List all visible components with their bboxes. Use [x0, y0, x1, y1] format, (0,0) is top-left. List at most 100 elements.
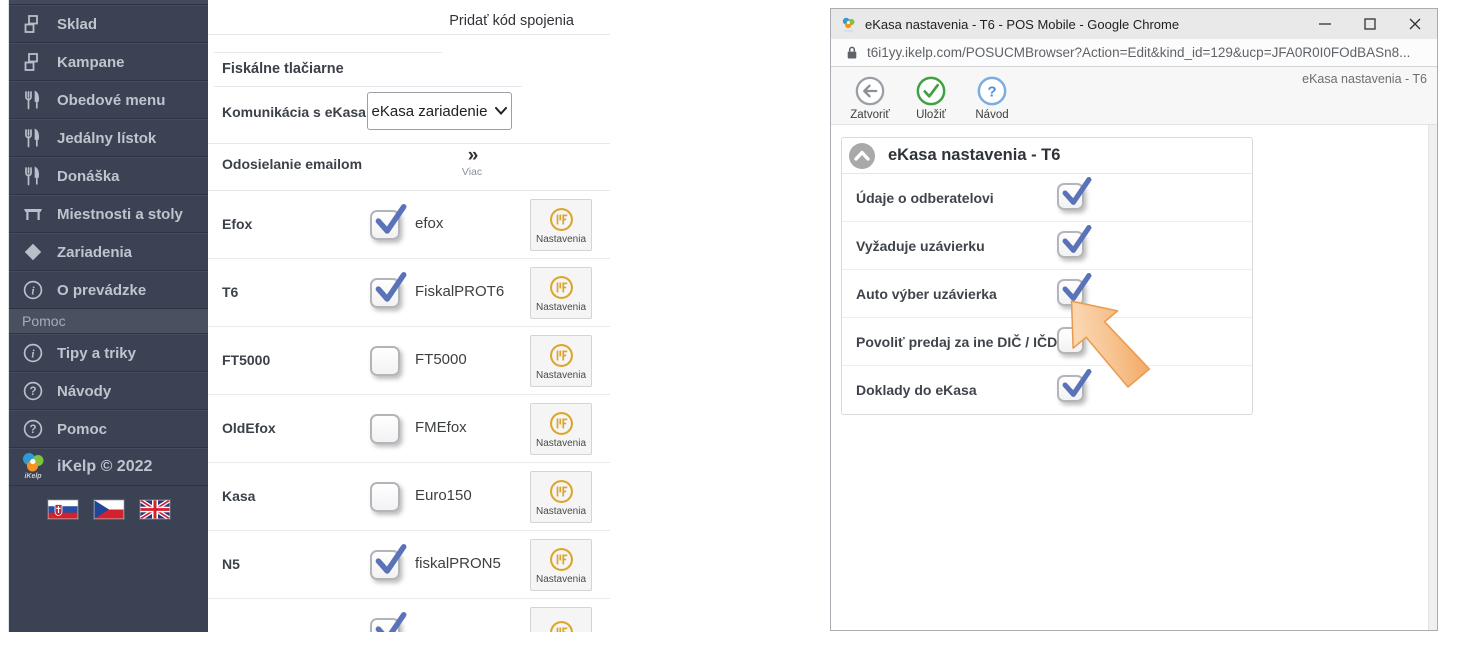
printer-enabled-checkbox[interactable]: [370, 482, 400, 512]
toolbar-button[interactable]: Uložiť: [902, 75, 960, 121]
context-label: eKasa nastavenia - T6: [1302, 72, 1427, 86]
setting-row: Povoliť predaj za ine DIČ / IČDPH: [842, 318, 1252, 366]
table-icon: [22, 203, 44, 225]
chevron-up-circle-icon: [849, 143, 875, 169]
sidebar-item[interactable]: Jedálny lístok: [9, 119, 208, 157]
settings-rows: Údaje o odberatelovi Vyžaduje uzávierku: [842, 174, 1252, 414]
collapse-button[interactable]: [849, 143, 875, 169]
more-button[interactable]: » Viac: [446, 146, 498, 178]
sidebar-item[interactable]: Zariadenia: [9, 233, 208, 271]
printer-driver-label: FT5000: [415, 351, 467, 368]
sidebar-item-label: Kampane: [57, 54, 125, 71]
sidebar-item-label: Sklad: [57, 16, 97, 33]
setting-checkbox[interactable]: [1057, 231, 1084, 258]
sidebar-item[interactable]: Kampane: [9, 43, 208, 81]
sidebar-item[interactable]: Donáška: [9, 157, 208, 195]
setting-row: Údaje o odberatelovi: [842, 174, 1252, 222]
divider: [214, 86, 522, 87]
sidebar-item-label: Pomoc: [57, 421, 107, 438]
printer-driver-label: FiskalPROT6: [415, 283, 504, 300]
printer-row: FT5000 FT5000 Nastavenia: [208, 327, 610, 395]
sidebar-item-label: Donáška: [57, 168, 120, 185]
fiscal-printers-panel: Pridať kód spojenia Fiskálne tlačiarne K…: [208, 0, 610, 632]
maximize-icon: [1364, 18, 1376, 30]
language-switcher: [9, 500, 208, 519]
printer-settings-button[interactable]: [530, 607, 592, 632]
printer-settings-button[interactable]: Nastavenia: [530, 471, 592, 523]
maximize-button[interactable]: [1347, 9, 1392, 39]
checkmark-icon: [374, 611, 407, 632]
printer-enabled-checkbox[interactable]: [370, 414, 400, 444]
checkmark-icon: [1061, 176, 1092, 208]
setting-checkbox[interactable]: [1057, 183, 1084, 210]
sidebar-item[interactable]: i O prevádzke: [9, 271, 208, 309]
close-button[interactable]: [1392, 9, 1437, 39]
printer-settings-button[interactable]: Nastavenia: [530, 199, 592, 251]
ekasa-device-select[interactable]: eKasa zariadenie: [367, 92, 512, 130]
sidebar-item[interactable]: ? Návody: [9, 372, 208, 410]
address-bar[interactable]: t6i1yy.ikelp.com/POSUCMBrowser?Action=Ed…: [831, 39, 1437, 67]
section-title: Fiskálne tlačiarne: [222, 61, 344, 77]
toolbar-button-label: Zatvoriť: [850, 109, 889, 121]
setting-label: Povoliť predaj za ine DIČ / IČDPH: [856, 334, 1077, 350]
double-chevron-right-icon: »: [446, 146, 498, 166]
svg-text:?: ?: [29, 424, 36, 436]
printer-row: N5 fiskalPRON5 Nastavenia: [208, 531, 610, 599]
uk-flag[interactable]: [140, 500, 170, 519]
setting-label: Údaje o odberatelovi: [856, 190, 994, 206]
more-label: Viac: [446, 166, 498, 178]
printer-row: OldEfox FMEfox Nastavenia: [208, 395, 610, 463]
printer-enabled-checkbox[interactable]: [370, 346, 400, 376]
czech-flag[interactable]: [94, 500, 124, 519]
sidebar-item-label: Obedové menu: [57, 92, 165, 109]
window-title: eKasa nastavenia - T6 - POS Mobile - Goo…: [865, 17, 1302, 32]
window-titlebar[interactable]: iKelp eKasa nastavenia - T6 - POS Mobile…: [831, 9, 1437, 39]
slovak-flag[interactable]: [48, 500, 78, 519]
setting-checkbox[interactable]: [1057, 279, 1084, 306]
card-header: eKasa nastavenia - T6: [842, 138, 1252, 174]
question-circle-icon: ?: [976, 75, 1008, 107]
sidebar-item[interactable]: Obedové menu: [9, 81, 208, 119]
fiscal-printer-icon: [548, 342, 575, 369]
add-connection-code-link[interactable]: Pridať kód spojenia: [449, 13, 574, 29]
setting-row: Auto výber uzávierka: [842, 270, 1252, 318]
boxes-icon: [22, 13, 44, 35]
toolbar-buttons: Zatvoriť Uložiť ? Návod: [841, 75, 1021, 121]
padlock-icon: [846, 45, 858, 60]
printer-settings-button[interactable]: Nastavenia: [530, 539, 592, 591]
svg-text:?: ?: [987, 83, 996, 100]
printer-settings-button[interactable]: Nastavenia: [530, 403, 592, 455]
divider: [214, 52, 442, 53]
svg-text:iKelp: iKelp: [844, 27, 854, 32]
printer-settings-button[interactable]: Nastavenia: [530, 267, 592, 319]
sidebar-item[interactable]: i Tipy a triky: [9, 334, 208, 372]
setting-checkbox[interactable]: [1057, 327, 1084, 354]
minimize-button[interactable]: [1302, 9, 1347, 39]
cutlery-icon: [22, 127, 44, 149]
setting-row: Doklady do eKasa: [842, 366, 1252, 414]
fiscal-printer-icon: [548, 410, 575, 437]
checkmark-icon: [374, 543, 407, 577]
printer-enabled-checkbox[interactable]: [370, 278, 400, 308]
toolbar-button[interactable]: Zatvoriť: [841, 75, 899, 121]
printer-name: Kasa: [222, 488, 255, 504]
printer-driver-label: efox: [415, 215, 443, 232]
sidebar-item-label: O prevádzke: [57, 282, 146, 299]
settings-button-label: Nastavenia: [536, 574, 586, 585]
printer-enabled-checkbox[interactable]: [370, 618, 400, 632]
sidebar-item[interactable]: Sklad: [9, 5, 208, 43]
setting-label: Auto výber uzávierka: [856, 286, 997, 302]
setting-checkbox[interactable]: [1057, 375, 1084, 402]
vertical-scrollbar[interactable]: [1428, 125, 1437, 630]
printer-settings-button[interactable]: Nastavenia: [530, 335, 592, 387]
diamond-icon: [22, 241, 44, 263]
fiscal-printer-icon: [548, 478, 575, 505]
divider: [208, 34, 610, 35]
printer-enabled-checkbox[interactable]: [370, 210, 400, 240]
toolbar-button[interactable]: ? Návod: [963, 75, 1021, 121]
sidebar-item[interactable]: Miestnosti a stoly: [9, 195, 208, 233]
printer-row: T6 FiskalPROT6 Nastavenia: [208, 259, 610, 327]
sidebar-item[interactable]: ? Pomoc: [9, 410, 208, 448]
printer-enabled-checkbox[interactable]: [370, 550, 400, 580]
cutlery-icon: [22, 89, 44, 111]
